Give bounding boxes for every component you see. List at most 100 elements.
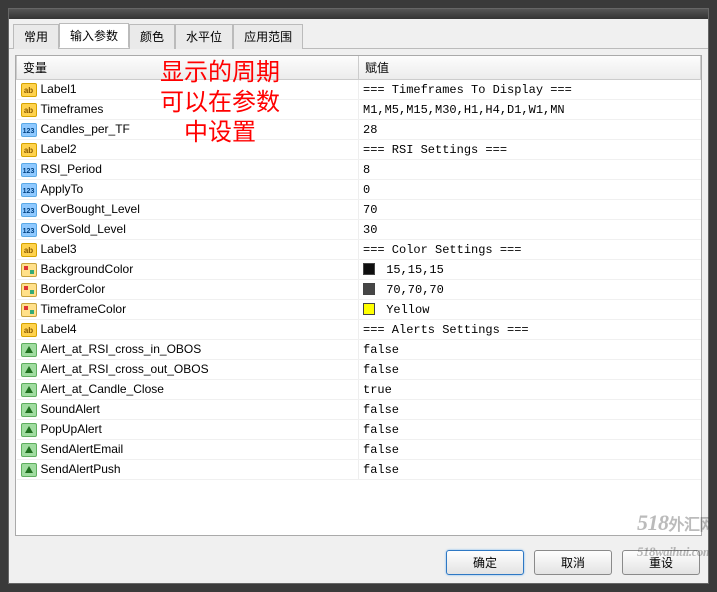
param-name-cell[interactable]: SoundAlert [17, 400, 359, 420]
bool-type-icon [21, 403, 37, 417]
param-row[interactable]: Label1 === Timeframes To Display === [17, 80, 701, 100]
param-value-cell[interactable]: false [359, 440, 701, 460]
tab-4[interactable]: 应用范围 [233, 24, 303, 49]
tab-strip: 常用输入参数颜色水平位应用范围 [9, 19, 708, 49]
param-name: RSI_Period [41, 162, 102, 176]
param-value-cell[interactable]: M1,M5,M15,M30,H1,H4,D1,W1,MN [359, 100, 701, 120]
param-value: false [363, 443, 399, 457]
param-row[interactable]: Candles_per_TF 28 [17, 120, 701, 140]
param-row[interactable]: Label4 === Alerts Settings === [17, 320, 701, 340]
bool-type-icon [21, 383, 37, 397]
param-value: 70,70,70 [379, 283, 444, 297]
param-row[interactable]: BackgroundColor 15,15,15 [17, 260, 701, 280]
param-row[interactable]: Label2 === RSI Settings === [17, 140, 701, 160]
param-value-cell[interactable]: 0 [359, 180, 701, 200]
param-value: === Alerts Settings === [363, 323, 529, 337]
param-row[interactable]: Alert_at_Candle_Close true [17, 380, 701, 400]
123-type-icon [21, 203, 37, 217]
param-value-cell[interactable]: false [359, 420, 701, 440]
param-name-cell[interactable]: Alert_at_RSI_cross_out_OBOS [17, 360, 359, 380]
param-row[interactable]: Label3 === Color Settings === [17, 240, 701, 260]
param-name-cell[interactable]: PopUpAlert [17, 420, 359, 440]
param-name: Label1 [41, 82, 77, 96]
param-row[interactable]: Alert_at_RSI_cross_in_OBOS false [17, 340, 701, 360]
param-name-cell[interactable]: SendAlertEmail [17, 440, 359, 460]
param-value-cell[interactable]: 28 [359, 120, 701, 140]
param-name-cell[interactable]: TimeframeColor [17, 300, 359, 320]
param-row[interactable]: Timeframes M1,M5,M15,M30,H1,H4,D1,W1,MN [17, 100, 701, 120]
bool-type-icon [21, 343, 37, 357]
param-name-cell[interactable]: Label3 [17, 240, 359, 260]
ab-type-icon [21, 323, 37, 337]
tab-content: 变量 赋值 Label1 === Timeframes To Display =… [9, 49, 708, 542]
123-type-icon [21, 223, 37, 237]
param-value-cell[interactable]: 70 [359, 200, 701, 220]
param-name: TimeframeColor [41, 302, 127, 316]
param-value-cell[interactable]: === Alerts Settings === [359, 320, 701, 340]
param-value-cell[interactable]: 15,15,15 [359, 260, 701, 280]
col-header-value[interactable]: 赋值 [359, 56, 701, 80]
param-value-cell[interactable]: false [359, 400, 701, 420]
bool-type-icon [21, 423, 37, 437]
param-name: ApplyTo [41, 182, 84, 196]
param-name-cell[interactable]: OverSold_Level [17, 220, 359, 240]
ab-type-icon [21, 103, 37, 117]
col-header-name[interactable]: 变量 [17, 56, 359, 80]
param-row[interactable]: OverSold_Level 30 [17, 220, 701, 240]
tab-3[interactable]: 水平位 [175, 24, 233, 49]
param-row[interactable]: TimeframeColor Yellow [17, 300, 701, 320]
param-value-cell[interactable]: 70,70,70 [359, 280, 701, 300]
param-name-cell[interactable]: Alert_at_RSI_cross_in_OBOS [17, 340, 359, 360]
param-row[interactable]: PopUpAlert false [17, 420, 701, 440]
color-swatch [363, 263, 375, 275]
param-name: SendAlertEmail [41, 442, 124, 456]
123-type-icon [21, 183, 37, 197]
param-value-cell[interactable]: === Color Settings === [359, 240, 701, 260]
param-name: Candles_per_TF [41, 122, 130, 136]
reset-button[interactable]: 重设 [622, 550, 700, 575]
param-value-cell[interactable]: 30 [359, 220, 701, 240]
tab-1[interactable]: 输入参数 [59, 23, 129, 48]
param-value-cell[interactable]: false [359, 340, 701, 360]
cancel-button[interactable]: 取消 [534, 550, 612, 575]
param-name-cell[interactable]: Label1 [17, 80, 359, 100]
param-name-cell[interactable]: Alert_at_Candle_Close [17, 380, 359, 400]
param-row[interactable]: OverBought_Level 70 [17, 200, 701, 220]
param-name: Label4 [41, 322, 77, 336]
param-row[interactable]: SendAlertPush false [17, 460, 701, 480]
param-value-cell[interactable]: false [359, 460, 701, 480]
param-row[interactable]: ApplyTo 0 [17, 180, 701, 200]
param-value: false [363, 403, 399, 417]
param-name-cell[interactable]: SendAlertPush [17, 460, 359, 480]
bool-type-icon [21, 463, 37, 477]
param-value: M1,M5,M15,M30,H1,H4,D1,W1,MN [363, 103, 565, 117]
param-value-cell[interactable]: 8 [359, 160, 701, 180]
param-name-cell[interactable]: ApplyTo [17, 180, 359, 200]
param-row[interactable]: SendAlertEmail false [17, 440, 701, 460]
tab-0[interactable]: 常用 [13, 24, 59, 49]
param-row[interactable]: SoundAlert false [17, 400, 701, 420]
param-name: Timeframes [41, 102, 104, 116]
param-name-cell[interactable]: BorderColor [17, 280, 359, 300]
param-row[interactable]: BorderColor 70,70,70 [17, 280, 701, 300]
param-name-cell[interactable]: Candles_per_TF [17, 120, 359, 140]
param-value-cell[interactable]: === Timeframes To Display === [359, 80, 701, 100]
parameters-grid[interactable]: 变量 赋值 Label1 === Timeframes To Display =… [15, 55, 702, 536]
param-name: SoundAlert [41, 402, 100, 416]
param-name-cell[interactable]: RSI_Period [17, 160, 359, 180]
param-name-cell[interactable]: Timeframes [17, 100, 359, 120]
param-value-cell[interactable]: Yellow [359, 300, 701, 320]
param-name-cell[interactable]: OverBought_Level [17, 200, 359, 220]
param-name-cell[interactable]: Label4 [17, 320, 359, 340]
param-row[interactable]: Alert_at_RSI_cross_out_OBOS false [17, 360, 701, 380]
param-name-cell[interactable]: BackgroundColor [17, 260, 359, 280]
param-row[interactable]: RSI_Period 8 [17, 160, 701, 180]
param-value-cell[interactable]: true [359, 380, 701, 400]
param-name-cell[interactable]: Label2 [17, 140, 359, 160]
ok-button[interactable]: 确定 [446, 550, 524, 575]
param-value-cell[interactable]: === RSI Settings === [359, 140, 701, 160]
param-value-cell[interactable]: false [359, 360, 701, 380]
tab-2[interactable]: 颜色 [129, 24, 175, 49]
param-value: 30 [363, 223, 377, 237]
param-value: === Color Settings === [363, 243, 521, 257]
